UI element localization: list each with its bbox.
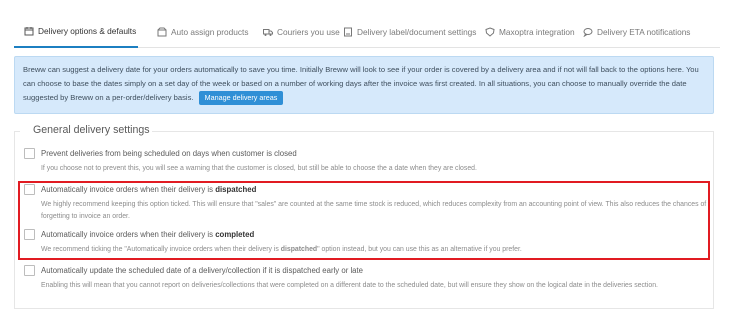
option-help: If you choose not to prevent this, you w… [41, 165, 477, 172]
box-icon [157, 27, 167, 36]
document-icon [344, 27, 352, 36]
tab-auto-assign-products[interactable]: Auto assign products [147, 16, 249, 47]
update-scheduled-date-checkbox[interactable] [24, 265, 35, 276]
info-banner: Breww can suggest a delivery date for yo… [14, 56, 714, 114]
section-legend: General delivery settings [31, 124, 152, 136]
truck-icon [263, 28, 273, 36]
prevent-closed-days-checkbox[interactable] [24, 148, 35, 159]
tab-label-document-settings[interactable]: Delivery label/document settings [333, 16, 476, 47]
option-help: Enabling this will mean that you cannot … [41, 282, 658, 289]
manage-delivery-areas-button[interactable]: Manage delivery areas [198, 91, 284, 105]
fieldset-border [146, 131, 714, 132]
tab-couriers[interactable]: Couriers you use [253, 16, 340, 47]
tab-maxoptra-integration[interactable]: Maxoptra integration [475, 16, 575, 47]
tab-label: Couriers you use [277, 26, 340, 37]
tab-delivery-options[interactable]: Delivery options & defaults [14, 16, 138, 48]
option-label: Prevent deliveries from being scheduled … [41, 149, 297, 158]
tab-label: Delivery options & defaults [38, 25, 137, 36]
shield-icon [485, 26, 495, 37]
fieldset-border [14, 131, 20, 132]
tab-eta-notifications[interactable]: Delivery ETA notifications [573, 16, 703, 47]
tab-label: Delivery label/document settings [357, 26, 477, 37]
tab-label: Delivery ETA notifications [597, 26, 691, 37]
info-text: Breww can suggest a delivery date for yo… [23, 65, 699, 102]
tab-label: Auto assign products [171, 26, 249, 37]
calendar-icon [24, 26, 34, 35]
highlight-box [18, 181, 710, 260]
tab-label: Maxoptra integration [499, 26, 575, 37]
option-label: Automatically update the scheduled date … [41, 266, 364, 275]
chat-icon [583, 27, 593, 37]
settings-tabs: Delivery options & defaults Auto assign … [14, 16, 720, 48]
